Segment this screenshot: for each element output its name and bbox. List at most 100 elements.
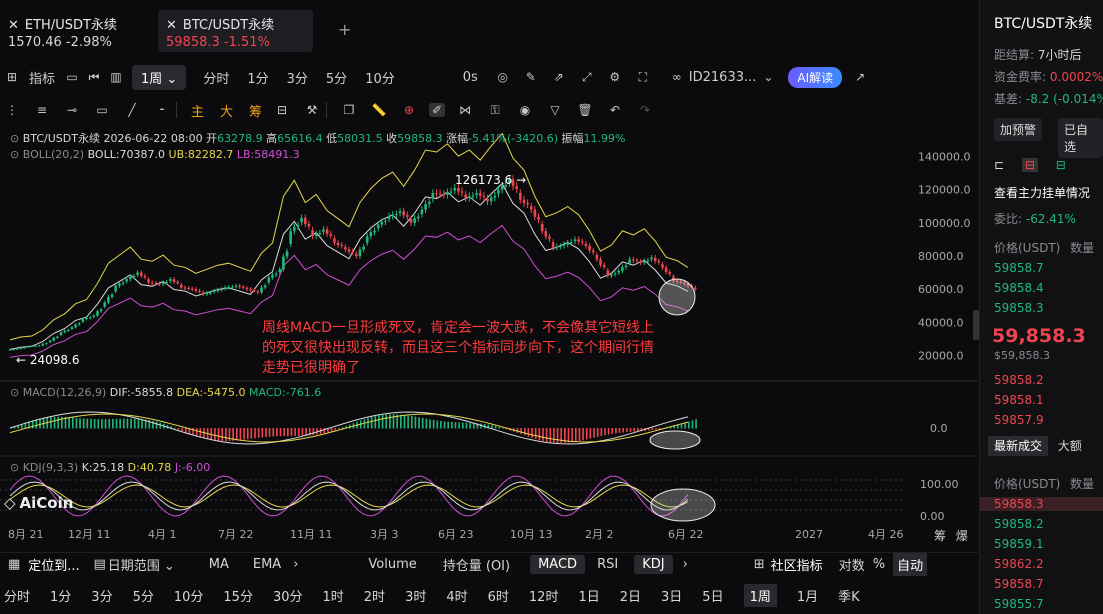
ind-rsi[interactable]: RSI (597, 557, 618, 572)
big-button[interactable]: 大 (220, 101, 233, 120)
community-indicators[interactable]: 社区指标 (771, 555, 823, 574)
interval-9[interactable]: 3时 (405, 586, 426, 605)
share-out-icon[interactable]: ↗ (852, 70, 868, 84)
tab-eth[interactable]: ✕ ETH/USDT永续 1570.46 -2.98% (0, 10, 150, 52)
interval-13[interactable]: 1日 (578, 586, 599, 605)
fullscreen-icon[interactable]: ⤢ (579, 70, 595, 85)
interval-10[interactable]: 4时 (446, 586, 467, 605)
rewind-icon[interactable]: ⏮ (86, 70, 102, 85)
locate-button[interactable]: 定位到... (28, 555, 79, 574)
bid-row[interactable]: 59858.2 (994, 373, 1044, 387)
camera-icon[interactable]: ◎ (495, 70, 511, 84)
ask-row[interactable]: 59858.4 (994, 281, 1044, 295)
ind-macd[interactable]: MACD (530, 555, 586, 574)
interval-7[interactable]: 1时 (323, 586, 344, 605)
filter-icon[interactable]: ▽ (547, 103, 563, 117)
close-icon[interactable]: ✕ (166, 18, 177, 33)
screen-icon[interactable]: ▭ (64, 70, 80, 84)
eye-icon[interactable]: ◉ (517, 103, 533, 117)
ind-ema[interactable]: EMA (253, 557, 281, 572)
interval-1m[interactable]: 1分 (238, 68, 277, 87)
ask-row[interactable]: 59858.7 (994, 261, 1044, 275)
date-range-select[interactable]: 日期范围 ⌄ (108, 555, 175, 574)
ask-row[interactable]: 59858.3 (994, 301, 1044, 315)
copy-icon[interactable]: ❐ (341, 103, 357, 117)
interval-1[interactable]: 1分 (50, 586, 71, 605)
undo-icon[interactable]: ↶ (607, 103, 623, 117)
account-select[interactable]: ID21633... (685, 70, 761, 85)
chevron-right-icon[interactable]: › (293, 557, 298, 572)
interval-8[interactable]: 2时 (364, 586, 385, 605)
bid-row[interactable]: 59857.9 (994, 413, 1044, 427)
interval-fen[interactable]: 分时 (194, 68, 238, 87)
interval-18[interactable]: 1月 (797, 586, 818, 605)
log-toggle[interactable]: 对数 (839, 555, 865, 574)
magnet-icon[interactable]: ⋈ (457, 103, 473, 117)
interval-3m[interactable]: 3分 (278, 68, 317, 87)
list-icon[interactable]: ≡ (34, 103, 50, 117)
percent-toggle[interactable]: % (873, 557, 885, 572)
ray-icon[interactable]: ⁃ (154, 103, 170, 117)
interval-2[interactable]: 3分 (91, 586, 112, 605)
share-icon[interactable]: ⇗ (551, 70, 567, 84)
interval-4[interactable]: 10分 (174, 586, 204, 605)
menu-icon[interactable]: ⋮ (4, 103, 20, 117)
expand-icon[interactable]: ⛶ (635, 70, 651, 85)
edit-icon[interactable]: ✎ (523, 70, 539, 84)
rect-icon[interactable]: ▭ (94, 103, 110, 117)
layout-icon[interactable]: ⊞ (4, 70, 20, 84)
tools-icon[interactable]: ⚒ (304, 103, 320, 117)
seconds-button[interactable]: 0s (454, 70, 487, 85)
pen-icon[interactable]: ✐ (429, 103, 446, 117)
book-bid-icon[interactable]: ⊟ (1021, 158, 1038, 172)
tab-btc[interactable]: ✕ BTC/USDT永续 59858.3 -1.51% (158, 10, 313, 52)
community-icon[interactable]: ⊞ (754, 557, 765, 572)
ind-ma[interactable]: MA (209, 557, 229, 572)
interval-6[interactable]: 30分 (273, 586, 303, 605)
add-tab-icon[interactable]: + (338, 20, 351, 39)
trendline-icon[interactable]: ╱ (124, 103, 140, 117)
chips-button[interactable]: 筹 (249, 101, 262, 120)
hline-icon[interactable]: ⊸ (64, 103, 80, 117)
ind-volume[interactable]: Volume (368, 557, 416, 572)
interval-0[interactable]: 分时 (4, 586, 30, 605)
interval-5m[interactable]: 5分 (317, 68, 356, 87)
tab-latest-trades[interactable]: 最新成交 (988, 436, 1049, 456)
interval-14[interactable]: 2日 (620, 586, 641, 605)
interval-11[interactable]: 6时 (488, 586, 509, 605)
ruler-icon[interactable]: 📏 (371, 103, 387, 117)
redo-icon[interactable]: ↷ (637, 103, 653, 117)
book-ask-icon[interactable]: ⊟ (1056, 158, 1066, 172)
book-both-icon[interactable]: ⊏ (994, 158, 1004, 172)
tab-large-trades[interactable]: 大额 (1058, 439, 1082, 453)
auto-toggle[interactable]: 自动 (893, 553, 928, 576)
ind-oi[interactable]: 持仓量 (OI) (443, 555, 510, 574)
calc-icon[interactable]: ⊟ (274, 103, 290, 117)
grid-icon[interactable]: ▦ (8, 557, 20, 572)
interval-3[interactable]: 5分 (133, 586, 154, 605)
bid-row[interactable]: 59858.1 (994, 393, 1044, 407)
ind-kdj[interactable]: KDJ (634, 555, 673, 574)
link-icon[interactable]: ∞ (669, 70, 685, 84)
watchlist-button[interactable]: 已自选 (1058, 118, 1103, 158)
settings-icon[interactable]: ⚙ (607, 70, 623, 84)
interval-16[interactable]: 5日 (702, 586, 723, 605)
add-alert-button[interactable]: 加预警 (994, 118, 1043, 141)
bars-icon[interactable]: ▥ (108, 70, 124, 84)
interval-select[interactable]: 1周 ⌄ (132, 64, 187, 90)
main-button[interactable]: 主 (191, 101, 204, 120)
interval-19[interactable]: 季K (838, 586, 860, 605)
ai-button[interactable]: AI解读 (788, 66, 843, 88)
interval-15[interactable]: 3日 (661, 586, 682, 605)
chevron-down-icon[interactable]: ⌄ (760, 70, 776, 84)
interval-5[interactable]: 15分 (223, 586, 253, 605)
interval-12[interactable]: 12时 (529, 586, 559, 605)
chevron-right-icon[interactable]: › (683, 557, 688, 572)
calendar-icon[interactable]: ▤ (92, 557, 108, 572)
indicators-button[interactable]: 指标 (20, 68, 64, 87)
trash-icon[interactable]: 🗑 (577, 103, 593, 117)
interval-10m[interactable]: 10分 (356, 68, 404, 87)
close-icon[interactable]: ✕ (8, 18, 19, 33)
orderbook-link[interactable]: 查看主力挂单情况 (994, 184, 1090, 201)
interval-17[interactable]: 1周 (743, 583, 777, 607)
